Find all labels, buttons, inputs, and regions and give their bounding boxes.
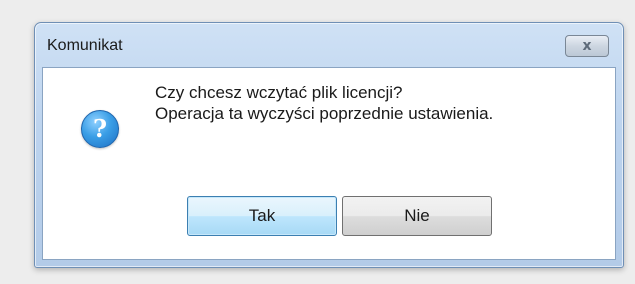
message-line: Czy chcesz wczytać plik licencji?: [155, 83, 403, 102]
dialog-title: Komunikat: [47, 37, 123, 54]
dialog-body: ? Czy chcesz wczytać plik licencji? Oper…: [42, 67, 616, 260]
close-button[interactable]: x: [565, 35, 609, 57]
message-line: Operacja ta wyczyści poprzednie ustawien…: [155, 104, 494, 123]
question-icon: ?: [81, 110, 119, 148]
dialog-message: Czy chcesz wczytać plik licencji? Operac…: [155, 82, 493, 124]
close-icon: x: [582, 38, 592, 54]
title-bar[interactable]: Komunikat x: [35, 23, 623, 67]
message-dialog: Komunikat x ? Czy chcesz wczytać plik li…: [34, 22, 624, 268]
no-button[interactable]: Nie: [342, 196, 492, 236]
yes-button[interactable]: Tak: [187, 196, 337, 236]
